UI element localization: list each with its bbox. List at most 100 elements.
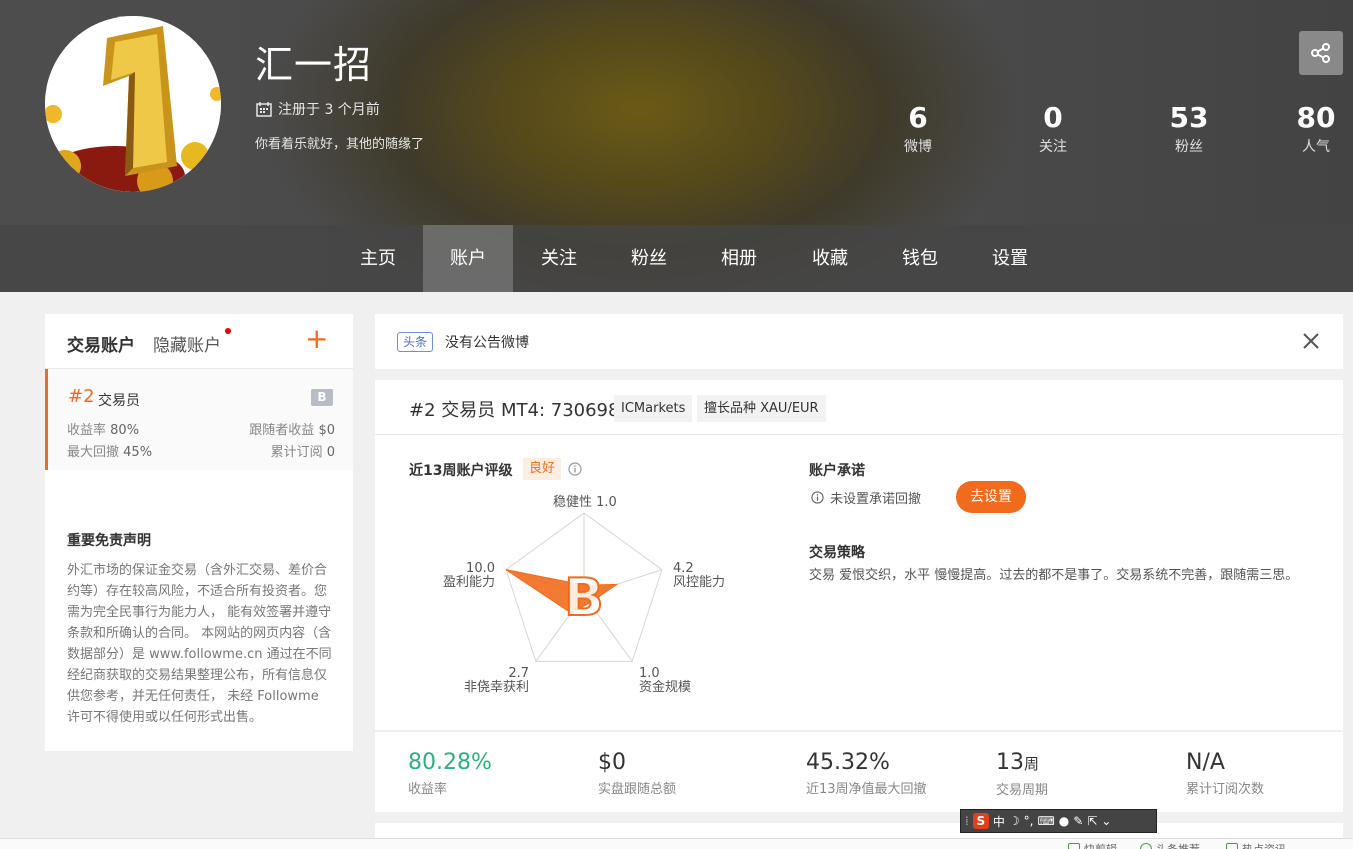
tab-hidden-accounts[interactable]: 隐藏账户: [153, 331, 221, 356]
nav-wallet[interactable]: 钱包: [875, 225, 965, 292]
specialty-chip: 擅长品种 XAU/EUR: [697, 395, 826, 422]
radar-label-stability: 稳健性 1.0: [553, 496, 617, 510]
strategy-title: 交易策略: [809, 545, 865, 561]
promise-title: 账户承诺: [809, 463, 865, 479]
drawdown-label: 最大回撤: [67, 445, 120, 460]
stat-label: 关注: [1039, 139, 1067, 155]
announcement-text: 没有公告微博: [445, 335, 529, 351]
radar-label-value: 2.7: [508, 666, 529, 681]
announcement-bar: 头条 没有公告微博: [375, 314, 1343, 369]
stat-followers[interactable]: 53 粉丝: [1144, 100, 1234, 156]
follower-profit-label: 跟随者收益: [249, 423, 315, 438]
radar-shape: [505, 569, 619, 614]
ime-toolbar[interactable]: ⁞ S 中 ☽ °, ⌨ ● ✎ ⇱ ⌄: [960, 809, 1157, 833]
profile-nav: 主页 账户 关注 粉丝 相册 收藏 钱包 设置: [0, 225, 1353, 292]
account-header: #2 交易员 MT4: 730698 ICMarkets 擅长品种 XAU/EU…: [375, 380, 1343, 435]
stat-value: N/A: [1186, 750, 1225, 775]
close-icon[interactable]: [1301, 331, 1321, 351]
radar-label-value: 10.0: [466, 561, 495, 576]
stat-trading-period: 13周 交易周期: [996, 750, 1048, 798]
stat-value: 45.32%: [806, 750, 890, 775]
username: 汇一招: [255, 43, 373, 87]
add-account-button[interactable]: +: [305, 324, 328, 354]
radar-axis: [583, 569, 663, 596]
stat-value: $0: [598, 750, 626, 775]
stat-max-drawdown: 45.32% 近13周净值最大回撤: [806, 750, 927, 797]
avatar-image: [45, 16, 221, 192]
moon-icon[interactable]: ☽: [1009, 814, 1020, 828]
taskbar-label: 热点资讯: [1242, 841, 1286, 849]
radar-label-name: 稳健性: [553, 495, 593, 510]
stat-unit: 周: [1024, 755, 1040, 773]
taskbar-item[interactable]: 快剪辑: [1068, 841, 1117, 849]
stat-value: 53: [1169, 101, 1209, 134]
subscriptions-label: 累计订阅: [270, 445, 323, 460]
nav-following[interactable]: 关注: [514, 225, 604, 292]
promise-line: 未设置承诺回撤: [811, 488, 921, 507]
rating-label: 近13周账户评级: [409, 463, 513, 479]
radar-label-name: 风控能力: [673, 575, 726, 590]
keyboard-icon[interactable]: ⌨: [1037, 814, 1054, 828]
subscriptions-stat: 累计订阅 0: [271, 441, 335, 460]
punctuation-icon[interactable]: °,: [1024, 814, 1034, 828]
browser-status-bar: 快剪辑 头条推荐 热点资讯: [0, 838, 1353, 849]
stat-value: 0: [1043, 101, 1063, 134]
stat-label: 人气: [1302, 139, 1330, 155]
stat-label: 微博: [904, 139, 932, 155]
chevron-down-icon[interactable]: ⌄: [1101, 814, 1111, 828]
grade-badge: B: [311, 389, 333, 406]
nav-account[interactable]: 账户: [423, 225, 513, 292]
disclaimer-title: 重要免责声明: [67, 533, 151, 549]
radar-axis: [583, 594, 633, 662]
return-value: 80%: [110, 423, 140, 438]
drawdown-stat: 最大回撤 45%: [67, 441, 152, 460]
radar-label-profit: 10.0 盈利能力: [437, 562, 495, 590]
nav-album[interactable]: 相册: [694, 225, 784, 292]
return-stat: 收益率 80%: [67, 419, 139, 438]
follower-profit-value: $0: [318, 423, 335, 438]
tab-trading-accounts[interactable]: 交易账户: [67, 331, 135, 356]
radar-label-value: 1.0: [639, 666, 660, 681]
bio: 你看着乐就好，其他的随缘了: [255, 137, 425, 152]
taskbar-item[interactable]: 热点资讯: [1226, 841, 1286, 849]
nav-favorites[interactable]: 收藏: [785, 225, 875, 292]
share-button[interactable]: [1299, 31, 1343, 75]
radar-outline: [505, 512, 663, 662]
drag-handle-icon[interactable]: ⁞: [965, 814, 969, 828]
avatar[interactable]: [45, 16, 221, 192]
nav-home[interactable]: 主页: [333, 225, 423, 292]
stat-label: 累计订阅次数: [1186, 782, 1265, 797]
radar-label-name: 盈利能力: [442, 575, 495, 590]
radar-label-name: 非侥幸获利: [463, 680, 529, 695]
user-icon[interactable]: ●: [1059, 814, 1069, 828]
ime-mode[interactable]: 中: [993, 813, 1005, 830]
nav-settings[interactable]: 设置: [965, 225, 1055, 292]
info-icon[interactable]: [568, 462, 582, 476]
account-detail-card: #2 交易员 MT4: 730698 ICMarkets 擅长品种 XAU/EU…: [375, 380, 1343, 730]
stat-following[interactable]: 0 关注: [1008, 100, 1098, 156]
stat-follow-total: $0 实盘跟随总额: [598, 750, 676, 797]
share-icon: [1311, 43, 1330, 63]
external-icon[interactable]: ⇱: [1087, 814, 1097, 828]
stat-label: 粉丝: [1175, 139, 1203, 155]
radar-label-value: 4.2: [673, 561, 694, 576]
radar-axis: [505, 569, 585, 596]
wrench-icon[interactable]: ✎: [1073, 814, 1083, 828]
taskbar-item[interactable]: 头条推荐: [1140, 841, 1200, 849]
stat-label: 近13周净值最大回撤: [806, 782, 927, 797]
account-list-item[interactable]: #2 交易员 B 收益率 80% 跟随者收益 $0 最大回撤 45% 累计订阅 …: [45, 369, 353, 470]
stat-label: 实盘跟随总额: [598, 782, 677, 797]
radar-label-capital: 1.0 资金规模: [639, 667, 691, 695]
info-icon: [811, 491, 824, 504]
nav-fans[interactable]: 粉丝: [604, 225, 694, 292]
account-number: #2: [68, 386, 95, 407]
performance-stats: 80.28% 收益率 $0 实盘跟随总额 45.32% 近13周净值最大回撤 1…: [375, 731, 1343, 812]
registered-text: 注册于 3 个月前: [278, 102, 380, 118]
stat-weibo[interactable]: 6 微博: [873, 100, 963, 156]
stat-popularity[interactable]: 80 人气: [1281, 100, 1351, 156]
drawdown-value: 45%: [123, 445, 153, 460]
stat-value: 80.28%: [408, 750, 492, 775]
stat-subscriptions: N/A 累计订阅次数: [1186, 750, 1264, 797]
account-title: #2 交易员 MT4: 730698: [409, 400, 620, 421]
set-promise-button[interactable]: 去设置: [956, 481, 1026, 513]
